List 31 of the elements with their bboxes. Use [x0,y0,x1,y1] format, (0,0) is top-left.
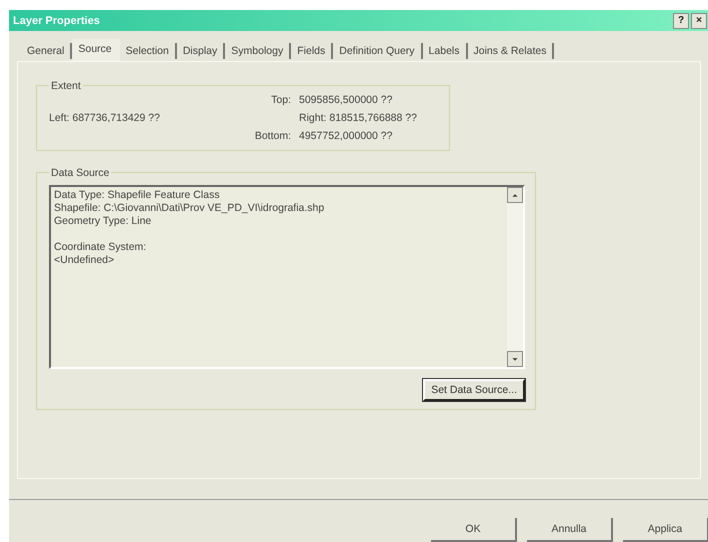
field-label: Top: [270,94,292,106]
dialog-button[interactable]: Applica [623,518,708,542]
window-title: Layer Properties [13,14,101,27]
scroll-up-icon[interactable] [507,186,523,202]
info-text-area[interactable]: Data Type: Shapefile Feature Class Shapefile: C:\Giovanni\Dati\Prov VE_PD_VI\idrografia.shp Geometry Type: Line Coordinate System: <Undefined> [49,184,525,368]
dialog-button[interactable]: Annulla [527,518,613,542]
dialog-button[interactable]: OK [431,518,517,542]
tab[interactable]: Fields [291,42,334,58]
tab[interactable]: Joins & Relates [468,42,554,58]
field-value: 5095856,500000 ?? [299,94,394,106]
tab[interactable]: Source [72,38,120,60]
tab[interactable]: Symbology [225,42,292,58]
field-value: 4957752,000000 ?? [299,130,394,142]
info-line: Geometry Type: Line [54,214,152,228]
field-label: Bottom: [254,130,292,142]
tab[interactable]: Definition Query [333,42,423,58]
info-line: <Undefined> [54,254,116,266]
info-line: Coordinate System: [54,240,148,254]
group-title: Extent [50,80,82,92]
info-line: Data Type: Shapefile Feature Class [54,188,221,202]
group-title: Data Source [50,166,110,178]
info-line: Shapefile: C:\Giovanni\Dati\Prov VE_PD_VI\idrografia.shp [54,202,326,214]
help-button[interactable]: ? [673,12,689,29]
tab[interactable]: Labels [422,42,468,58]
field-value: Right: 818515,766888 ?? [299,112,418,124]
set-data-source-button[interactable]: Set Data Source... [423,378,525,400]
tab[interactable]: Display [176,42,226,58]
tab[interactable]: Selection [120,42,177,58]
close-button[interactable]: × [691,12,707,29]
field-value: Left: 687736,713429 ?? [49,112,161,124]
scroll-down-icon[interactable] [507,350,523,366]
